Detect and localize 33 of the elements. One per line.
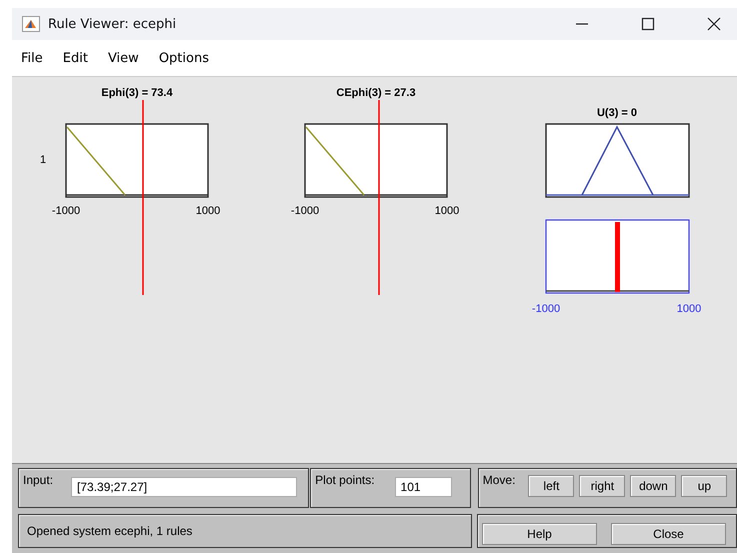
menu-item[interactable]: Edit <box>62 50 88 66</box>
axis-label: 1 <box>40 154 46 166</box>
plot-title: CEphi(3) = 27.3 <box>336 87 416 99</box>
axis-min-label: -1000 <box>290 205 320 217</box>
dialog-button[interactable]: Close <box>611 523 726 545</box>
axis-min-label: -1000 <box>532 303 560 315</box>
input-label: Input: <box>23 473 54 487</box>
axis-max-label: 1000 <box>434 205 460 217</box>
maximize-icon[interactable] <box>641 17 655 31</box>
axis-min-label: -1000 <box>52 205 80 217</box>
menu-item[interactable]: View <box>108 50 139 66</box>
move-button[interactable]: left <box>528 475 574 497</box>
menu-item[interactable]: Options <box>158 50 209 66</box>
dialog-button[interactable]: Help <box>482 523 597 545</box>
status-text: Opened system ecephi, 1 rules <box>27 524 192 538</box>
move-label: Move: <box>482 473 516 487</box>
axis-max-label: 1000 <box>196 205 220 217</box>
plot-points-field[interactable]: 101 <box>394 477 452 497</box>
move-button[interactable]: right <box>579 475 626 497</box>
app-icon <box>22 16 40 32</box>
axis-max-label: 1000 <box>676 303 702 315</box>
plot-title: Ephi(3) = 73.4 <box>101 87 173 99</box>
close-icon[interactable] <box>707 17 721 31</box>
plot-points-label: Plot points: <box>315 473 375 487</box>
window-title: Rule Viewer: ecephi <box>48 16 176 32</box>
output-bar <box>615 222 620 292</box>
input-line[interactable] <box>142 100 144 295</box>
move-button[interactable]: up <box>681 475 728 497</box>
move-button[interactable]: down <box>630 475 676 497</box>
plot-title: U(3) = 0 <box>596 107 638 119</box>
input-line[interactable] <box>378 100 380 295</box>
input-field[interactable]: [73.39;27.27] <box>71 477 298 497</box>
menu-item[interactable]: File <box>21 50 43 66</box>
